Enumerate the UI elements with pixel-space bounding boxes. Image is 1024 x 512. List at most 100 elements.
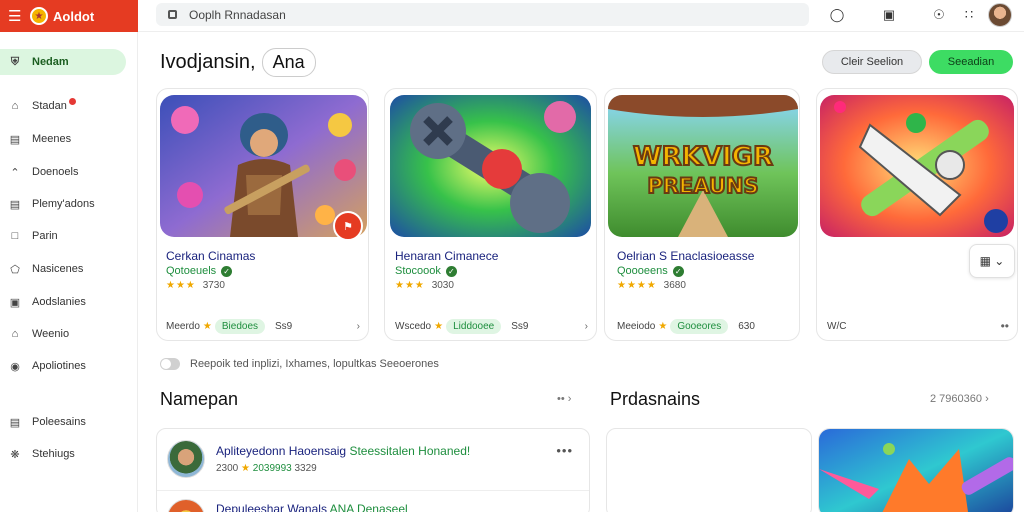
filter-toggle-row: Reepoik ted inplizi, Ixhames, lopultkas …	[160, 358, 439, 370]
star-icon: ★	[241, 463, 250, 474]
bell-icon[interactable]: ◯	[828, 6, 846, 24]
card-rating: ★★★★ 3680	[617, 280, 686, 291]
list-item[interactable]: Depuleeshar Wanals ANA Denaseel	[157, 491, 589, 512]
chevron-right-icon[interactable]: ›	[985, 393, 989, 405]
sidebar-item-meenes[interactable]: ▤ Meenes	[0, 126, 126, 152]
game-thumbnail[interactable]	[820, 95, 1014, 237]
card-foot-label: Wscedo	[395, 321, 432, 332]
thumb-text-line1: WRKVIGR	[633, 142, 773, 172]
calendar-button[interactable]: ▦ ⌄	[969, 244, 1015, 278]
sidebar-item-nasicenes[interactable]: ⬠ Nasicenes	[0, 256, 126, 282]
row-title-green: ANA Denaseel	[329, 502, 408, 512]
row-title-green: Steessitalen Honaned!	[349, 444, 471, 458]
card-title[interactable]: Cerkan Cinamas	[166, 249, 255, 263]
card-footer: Meerdo ★ Biedoes Ss9 ›	[166, 319, 360, 334]
sidebar-item-label: Parin	[32, 230, 58, 242]
card-subtitle-text: Qoooeens	[617, 265, 668, 277]
verified-icon: ✓	[221, 265, 233, 277]
title-chip[interactable]: Ana	[261, 48, 316, 77]
user-avatar[interactable]	[988, 3, 1012, 27]
game-card[interactable]: ▦ ⌄ W/C ••	[816, 88, 1018, 341]
card-title[interactable]: Oelrian S Enaclasioeasse	[617, 249, 754, 263]
card-rating: ★★★ 3030	[395, 280, 454, 291]
puzzle-icon: ◉	[10, 360, 20, 373]
star-icon: ★	[658, 321, 668, 332]
card-foot-label: Meeiodo	[617, 321, 656, 332]
sidebar-item-plemyadons[interactable]: ▤ Plemy'adons	[0, 191, 126, 217]
row-title-text: Apliteyedonn Haoensaig	[216, 444, 347, 458]
sidebar-item-stehiugs[interactable]: ❋ Stehiugs	[0, 441, 126, 467]
clear-selection-button[interactable]: Cleir Seelion	[822, 50, 922, 74]
tag-icon: ⌃	[10, 166, 20, 179]
section-title-right: Prdasnains	[610, 389, 701, 409]
thumb-text-line2: PREAUNS	[647, 174, 758, 198]
card-foot-label: W/C	[827, 320, 847, 332]
card-footer: W/C ••	[827, 319, 1009, 333]
sidebar-item-label: Plemy'adons	[32, 198, 95, 210]
page-title-text: Ivodjansin,	[160, 51, 256, 73]
menu-icon[interactable]: ☰	[8, 7, 26, 25]
section-right-meta[interactable]: 2 7960360 ›	[930, 393, 989, 405]
sidebar-item-parin[interactable]: □ Parin	[0, 223, 126, 249]
row-title[interactable]: Depuleeshar Wanals ANA Denaseel	[216, 502, 408, 512]
card-pill[interactable]: Biedoes	[214, 319, 266, 334]
sidebar-item-label: Nedam	[32, 56, 69, 68]
shape-icon: ⬠	[10, 263, 20, 276]
bag-icon[interactable]: ▣	[880, 6, 898, 24]
sidebar-item-label: Poleesains	[32, 416, 86, 428]
card-pill[interactable]: Liddooee	[446, 319, 502, 334]
chevron-right-icon[interactable]: ›	[585, 321, 588, 332]
game-card[interactable]: Henaran Cimanece Stocoook ✓ ★★★ 3030 Wsc…	[384, 88, 597, 341]
game-card[interactable]: ⚑ Cerkan Cinamas Qotoeuels ✓ ★★★ 3730 Me…	[156, 88, 369, 341]
game-thumbnail[interactable]	[390, 95, 591, 237]
sidebar-item-apoliotines[interactable]: ◉ Apoliotines	[0, 353, 126, 379]
top-bar: ◯ ▣ ☉ ∷	[138, 0, 1024, 32]
sidebar-item-poleesains[interactable]: ▤ Poleesains	[0, 409, 126, 435]
search-bar[interactable]	[156, 3, 809, 26]
notification-badge	[68, 97, 76, 105]
section-left-nav[interactable]: •• ›	[557, 393, 571, 405]
favorite-badge-icon[interactable]: ⚑	[333, 211, 363, 241]
apps-icon[interactable]: ∷	[960, 6, 978, 24]
row-meta: 2300 ★ 2039993 3329	[216, 463, 317, 474]
rating-text: 3030	[431, 280, 454, 291]
sidebar-item-label: Apoliotines	[32, 360, 86, 372]
stars-icon: ★★★	[395, 280, 425, 291]
row-avatar	[167, 499, 205, 512]
card-subtitle: Stocoook ✓	[395, 265, 457, 277]
featured-thumbnail[interactable]	[818, 428, 1014, 512]
card-icon: ▤	[9, 416, 21, 429]
more-options-icon[interactable]: •••	[556, 443, 573, 458]
row-title[interactable]: Apliteyedonn Haoensaig Steessitalen Hona…	[216, 444, 470, 458]
settings-icon: ❋	[10, 448, 20, 461]
sidebar-item-nedam[interactable]: ⛨ Nedam	[0, 49, 126, 75]
section-title-left: Namepan	[160, 389, 239, 409]
row-avatar	[167, 440, 205, 478]
help-icon[interactable]: ☉	[930, 6, 948, 24]
game-card[interactable]: WRKVIGR PREAUNS Oelrian S Enaclasioeasse…	[604, 88, 800, 341]
sidebar-item-label: Stehiugs	[32, 448, 75, 460]
primary-action-button[interactable]: Seeadian	[929, 50, 1013, 74]
folder-icon: □	[11, 230, 19, 242]
card-title[interactable]: Henaran Cimanece	[395, 249, 498, 263]
app-brand[interactable]: ☰ ★ Aoldot	[0, 0, 138, 32]
sidebar-item-stadan[interactable]: ⌂ Stadan	[0, 93, 126, 119]
filter-toggle[interactable]	[160, 358, 180, 370]
home-icon: ⌂	[11, 100, 19, 112]
star-icon: ★	[202, 321, 212, 332]
sidebar-item-label: Weenio	[32, 328, 70, 340]
filter-toggle-label: Reepoik ted inplizi, Ixhames, lopultkas …	[190, 358, 439, 370]
sidebar-item-aodslanies[interactable]: ▣ Aodslanies	[0, 289, 126, 315]
card-foot-number: 630	[738, 321, 755, 332]
stars-icon: ★★★★	[617, 280, 657, 291]
section-right-meta-text: 2 7960360	[930, 393, 982, 405]
search-input[interactable]	[189, 7, 689, 22]
sidebar-item-doenoels[interactable]: ⌃ Doenoels	[0, 159, 126, 185]
game-thumbnail[interactable]: WRKVIGR PREAUNS	[608, 95, 798, 237]
chevron-right-icon[interactable]: ›	[357, 321, 360, 332]
card-foot-number: Ss9	[511, 321, 529, 332]
card-pill[interactable]: Gooeores	[670, 319, 729, 334]
list-item[interactable]: Apliteyedonn Haoensaig Steessitalen Hona…	[157, 429, 589, 491]
sidebar-item-weenio[interactable]: ⌂ Weenio	[0, 321, 126, 347]
more-icon[interactable]: ••	[1001, 319, 1009, 333]
